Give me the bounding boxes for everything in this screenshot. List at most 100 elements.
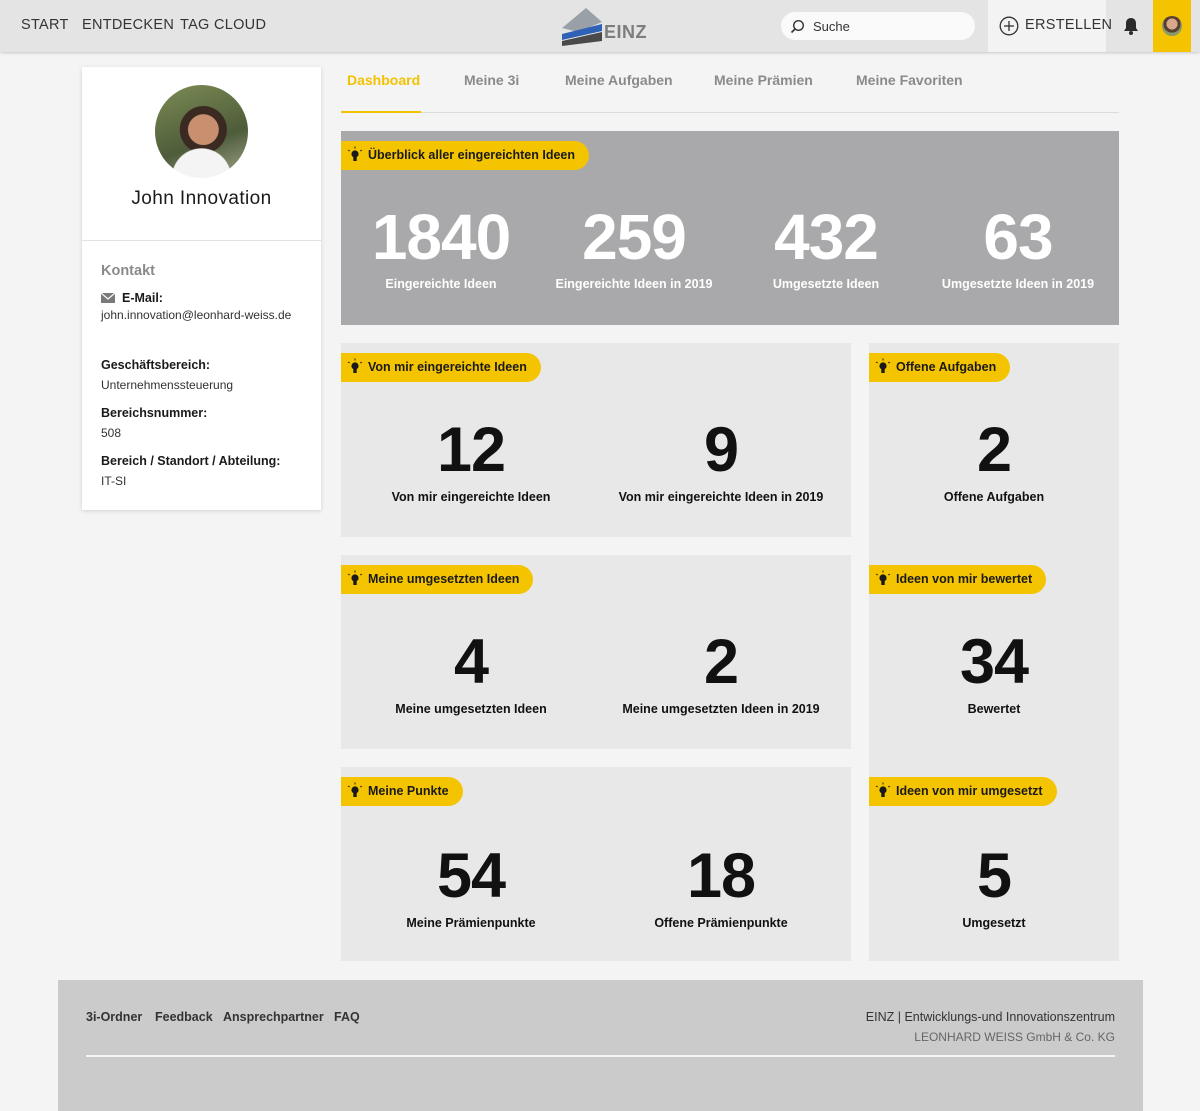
create-button-label: ERSTELLEN bbox=[1025, 17, 1113, 33]
lightbulb-icon bbox=[875, 782, 891, 797]
open-tasks-panel: Offene Aufgaben 2 Offene Aufgaben bbox=[869, 343, 1119, 537]
logo-text: EINZ bbox=[604, 22, 648, 42]
notification-bell-icon[interactable] bbox=[1120, 15, 1142, 37]
lightbulb-icon bbox=[347, 782, 363, 797]
stat-label: Von mir eingereichte Ideen bbox=[391, 490, 551, 504]
footer: 3i-Ordner Feedback Ansprechpartner FAQ E… bbox=[58, 980, 1143, 1111]
nav-entdecken-link[interactable]: ENTDECKEN bbox=[82, 17, 174, 33]
points-panel: Meine Punkte 54 Meine Prämienpunkte 18 O… bbox=[341, 767, 851, 961]
avatar bbox=[1162, 16, 1182, 36]
stat-rated[interactable]: 34 Bewertet bbox=[874, 627, 1114, 717]
implemented-by-me-pill: Ideen von mir umgesetzt bbox=[869, 777, 1057, 806]
business-label: Geschäftsbereich: bbox=[101, 358, 211, 372]
user-avatar-button[interactable] bbox=[1153, 0, 1191, 52]
area-number-label: Bereichsnummer: bbox=[101, 406, 208, 420]
profile-photo bbox=[155, 85, 248, 178]
stat-value: 4 bbox=[453, 627, 489, 697]
my-ideas-pill: Von mir eingereichte Ideen bbox=[341, 353, 541, 382]
implemented-panel: Meine umgesetzten Ideen 4 Meine umgesetz… bbox=[341, 555, 851, 749]
stat-submitted-ideas-2019[interactable]: 259 Eingereichte Ideen in 2019 bbox=[534, 205, 734, 291]
implemented-by-me-panel: Ideen von mir umgesetzt 5 Umgesetzt bbox=[869, 767, 1119, 961]
profile-name: John Innovation bbox=[131, 188, 272, 209]
active-tab-indicator bbox=[341, 111, 421, 113]
my-ideas-title: Von mir eingereichte Ideen bbox=[368, 360, 527, 374]
stat-label: Bewertet bbox=[967, 702, 1021, 716]
stat-label: Meine Prämienpunkte bbox=[406, 916, 536, 930]
footer-org-line: EINZ | Entwicklungs-und Innovationszentr… bbox=[865, 1010, 1115, 1024]
tab-meine-favoriten[interactable]: Meine Favoriten bbox=[856, 72, 963, 88]
rated-pill: Ideen von mir bewertet bbox=[869, 565, 1047, 594]
stat-open-tasks[interactable]: 2 Offene Aufgaben bbox=[874, 415, 1114, 505]
nav-tag-cloud-link[interactable]: TAG CLOUD bbox=[180, 17, 266, 33]
stat-label: Meine umgesetzten Ideen in 2019 bbox=[622, 702, 820, 716]
search-box[interactable] bbox=[781, 12, 975, 40]
plus-circle-icon bbox=[999, 16, 1019, 36]
lightbulb-icon bbox=[875, 570, 891, 585]
rated-title: Ideen von mir bewertet bbox=[896, 572, 1033, 586]
stat-value: 259 bbox=[582, 201, 687, 273]
stat-value: 9 bbox=[703, 415, 739, 485]
tabs-divider bbox=[341, 112, 1119, 113]
create-button[interactable]: ERSTELLEN bbox=[988, 0, 1112, 52]
tab-meine-aufgaben[interactable]: Meine Aufgaben bbox=[565, 72, 673, 88]
footer-divider bbox=[86, 1055, 1115, 1057]
stat-my-submitted-ideas[interactable]: 12 Von mir eingereichte Ideen bbox=[351, 415, 591, 505]
lightbulb-icon bbox=[875, 358, 891, 373]
contact-title: Kontakt bbox=[101, 263, 155, 279]
my-ideas-panel: Von mir eingereichte Ideen 12 Von mir ei… bbox=[341, 343, 851, 537]
tab-dashboard[interactable]: Dashboard bbox=[347, 72, 420, 88]
footer-link-faq[interactable]: FAQ bbox=[334, 1010, 360, 1024]
implemented-by-me-title: Ideen von mir umgesetzt bbox=[896, 784, 1043, 798]
footer-link-feedback[interactable]: Feedback bbox=[155, 1010, 213, 1024]
tab-meine-praemien[interactable]: Meine Prämien bbox=[714, 72, 813, 88]
points-pill: Meine Punkte bbox=[341, 777, 463, 806]
stat-my-implemented-ideas[interactable]: 4 Meine umgesetzten Ideen bbox=[351, 627, 591, 717]
open-tasks-title: Offene Aufgaben bbox=[896, 360, 997, 374]
overview-pill: Überblick aller eingereichten Ideen bbox=[341, 141, 590, 170]
footer-link-ansprechpartner[interactable]: Ansprechpartner bbox=[223, 1010, 324, 1024]
top-navigation-bar: START ENTDECKEN TAG CLOUD EINZ ERSTELLEN bbox=[0, 0, 1200, 52]
overview-panel: Überblick aller eingereichten Ideen 1840… bbox=[341, 131, 1119, 325]
stat-value: 34 bbox=[959, 627, 1029, 697]
stat-implemented-ideas-2019[interactable]: 63 Umgesetzte Ideen in 2019 bbox=[918, 205, 1118, 291]
footer-link-3i-ordner[interactable]: 3i-Ordner bbox=[86, 1010, 142, 1024]
stat-label: Eingereichte Ideen bbox=[385, 277, 497, 291]
lightbulb-icon bbox=[347, 358, 363, 373]
search-icon bbox=[790, 19, 805, 34]
open-tasks-pill: Offene Aufgaben bbox=[869, 353, 1011, 382]
stat-open-reward-points[interactable]: 18 Offene Prämienpunkte bbox=[601, 841, 841, 931]
stat-label: Offene Prämienpunkte bbox=[654, 916, 788, 930]
stat-label: Von mir eingereichte Ideen in 2019 bbox=[618, 490, 824, 504]
stat-label: Meine umgesetzten Ideen bbox=[395, 702, 547, 716]
stat-value: 432 bbox=[774, 201, 879, 273]
stat-submitted-ideas[interactable]: 1840 Eingereichte Ideen bbox=[341, 205, 541, 291]
nav-start-link[interactable]: START bbox=[21, 17, 69, 33]
profile-card: John Innovation Kontakt E-Mail: john.inn… bbox=[82, 67, 321, 510]
stat-value: 2 bbox=[976, 415, 1012, 485]
search-input[interactable] bbox=[813, 12, 963, 40]
email-value[interactable]: john.innovation@leonhard-weiss.de bbox=[101, 308, 291, 322]
lightbulb-icon bbox=[347, 570, 363, 585]
tab-meine-3i[interactable]: Meine 3i bbox=[464, 72, 519, 88]
implemented-pill: Meine umgesetzten Ideen bbox=[341, 565, 534, 594]
stat-value: 18 bbox=[686, 841, 756, 911]
stat-value: 5 bbox=[976, 841, 1012, 911]
stat-my-submitted-ideas-2019[interactable]: 9 Von mir eingereichte Ideen in 2019 bbox=[601, 415, 841, 505]
footer-company: LEONHARD WEISS GmbH & Co. KG bbox=[914, 1030, 1115, 1044]
stat-my-implemented-ideas-2019[interactable]: 2 Meine umgesetzten Ideen in 2019 bbox=[601, 627, 841, 717]
stat-value: 12 bbox=[436, 415, 506, 485]
stat-implemented-by-me[interactable]: 5 Umgesetzt bbox=[874, 841, 1114, 931]
stat-value: 1840 bbox=[371, 201, 511, 273]
stat-label: Umgesetzte Ideen in 2019 bbox=[941, 277, 1095, 291]
stat-implemented-ideas[interactable]: 432 Umgesetzte Ideen bbox=[726, 205, 926, 291]
stat-value: 2 bbox=[703, 627, 739, 697]
business-value: Unternehmenssteuerung bbox=[101, 378, 234, 392]
mail-icon bbox=[101, 293, 115, 303]
stat-value: 63 bbox=[983, 201, 1053, 273]
overview-title: Überblick aller eingereichten Ideen bbox=[368, 148, 576, 162]
stat-label: Offene Aufgaben bbox=[943, 490, 1045, 504]
department-value: IT-SI bbox=[101, 474, 127, 488]
area-number-value: 508 bbox=[101, 426, 122, 440]
implemented-title: Meine umgesetzten Ideen bbox=[368, 572, 520, 586]
stat-reward-points[interactable]: 54 Meine Prämienpunkte bbox=[351, 845, 591, 931]
